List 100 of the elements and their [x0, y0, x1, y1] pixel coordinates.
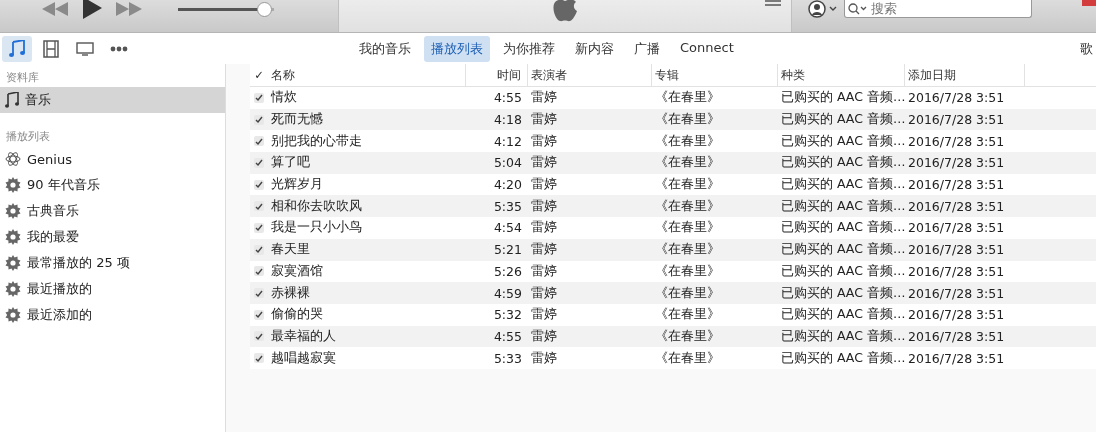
play-icon[interactable]: [82, 0, 102, 19]
table-cell-text: 死而无憾: [270, 111, 324, 129]
table-cell-text: 算了吧: [270, 154, 311, 172]
sidebar-item[interactable]: 音乐: [0, 87, 225, 113]
table-cell-text: 《在春里》: [654, 327, 721, 345]
table-cell-text: 《在春里》: [654, 219, 721, 237]
apple-logo-icon: [552, 0, 578, 22]
table-cell-text: 最幸福的人: [270, 327, 337, 345]
column-header[interactable]: 时间: [466, 64, 528, 86]
checkbox[interactable]: [254, 179, 264, 190]
nav-tab[interactable]: 播放列表: [424, 35, 490, 62]
table-cell-text: 已购买的 AAC 音频…: [780, 284, 905, 302]
table-cell-text: 《在春里》: [654, 349, 721, 367]
table-cell-text: 2016/7/28 3:51: [907, 155, 1006, 171]
nav-tab[interactable]: Connect: [673, 35, 741, 62]
nav-tab[interactable]: 我的音乐: [352, 35, 418, 62]
table-cell-text: 已购买的 AAC 音频…: [780, 349, 905, 367]
checkbox[interactable]: [254, 157, 264, 168]
table-cell-text: 《在春里》: [654, 306, 721, 324]
table-cell-text: 情炊: [270, 89, 298, 107]
songs-label[interactable]: 歌: [1080, 39, 1096, 58]
gear-icon: [5, 229, 21, 245]
search-icon[interactable]: [848, 3, 868, 15]
table-cell-text: 2016/7/28 3:51: [907, 263, 1006, 279]
checkbox[interactable]: [254, 222, 264, 233]
sidebar-item[interactable]: 最近播放的: [0, 276, 225, 302]
table-cell-text: 2016/7/28 3:51: [907, 350, 1006, 366]
table-cell-text: 雷婷: [530, 197, 558, 215]
checkbox[interactable]: [254, 136, 264, 147]
table-cell-text: 《在春里》: [654, 241, 721, 259]
table-cell-text: 《在春里》: [654, 262, 721, 280]
column-header[interactable]: ✓: [250, 68, 268, 82]
table-cell-text: 2016/7/28 3:51: [907, 307, 1006, 323]
table-cell-text: 春天里: [270, 241, 311, 259]
column-header[interactable]: 专辑: [652, 64, 778, 86]
sidebar-item[interactable]: 我的最爱: [0, 224, 225, 250]
list-icon[interactable]: [765, 0, 781, 6]
music-note-icon[interactable]: [2, 35, 32, 62]
table-cell-text: 《在春里》: [654, 154, 721, 172]
sidebar-item[interactable]: Genius: [0, 146, 225, 172]
nav-tab[interactable]: 为你推荐: [496, 35, 562, 62]
table-cell-text: 已购买的 AAC 音频…: [780, 219, 905, 237]
table-cell-text: 偷偷的哭: [270, 306, 324, 324]
table-cell-text: 《在春里》: [654, 89, 721, 107]
table-cell-text: 寂寞酒馆: [270, 262, 324, 280]
column-header[interactable]: 添加日期: [905, 64, 1025, 86]
checkbox[interactable]: [254, 331, 264, 342]
column-header[interactable]: 名称: [268, 64, 466, 86]
checkbox[interactable]: [254, 309, 264, 320]
table-cell-text: 雷婷: [530, 349, 558, 367]
gear-icon: [5, 177, 21, 193]
table-cell-text: 4:59: [492, 285, 523, 301]
sidebar-item[interactable]: 最近添加的: [0, 302, 225, 328]
table-cell-text: 5:21: [492, 242, 523, 258]
checkbox[interactable]: [254, 288, 264, 299]
table-cell-text: 4:54: [492, 220, 523, 236]
search-field[interactable]: 搜索: [844, 0, 1032, 18]
table-cell-text: 5:33: [492, 350, 523, 366]
table-cell-text: 《在春里》: [654, 197, 721, 215]
account-icon[interactable]: [808, 0, 838, 18]
checkbox[interactable]: [254, 244, 264, 255]
checkbox[interactable]: [254, 114, 264, 125]
column-header[interactable]: 种类: [778, 64, 905, 86]
gear-icon: [5, 255, 21, 271]
sidebar-item[interactable]: 最常播放的 25 项: [0, 250, 225, 276]
table-cell-text: 2016/7/28 3:51: [907, 112, 1006, 128]
checkbox[interactable]: [254, 353, 264, 364]
sidebar-item[interactable]: 古典音乐: [0, 198, 225, 224]
table-cell-text: 已购买的 AAC 音频…: [780, 327, 905, 345]
table-cell-text: 《在春里》: [654, 284, 721, 302]
table-cell-text: 雷婷: [530, 154, 558, 172]
table-cell-text: 2016/7/28 3:51: [907, 133, 1006, 149]
table-cell-text: 2016/7/28 3:51: [907, 285, 1006, 301]
table-cell-text: 2016/7/28 3:51: [907, 220, 1006, 236]
column-header[interactable]: 表演者: [528, 64, 652, 86]
item-label: 我的最爱: [27, 228, 79, 246]
volume-slider[interactable]: [178, 1, 274, 17]
table-cell-text: 4:18: [492, 112, 523, 128]
gear-icon: [5, 203, 21, 219]
table-cell-text: 别把我的心带走: [270, 132, 363, 150]
table-cell-text: 2016/7/28 3:51: [907, 328, 1006, 344]
checkbox[interactable]: [254, 92, 264, 103]
checkbox[interactable]: [254, 201, 264, 212]
table-cell-text: 雷婷: [530, 132, 558, 150]
table-cell-text: 雷婷: [530, 219, 558, 237]
table-cell-text: 雷婷: [530, 89, 558, 107]
section-header: 资料库: [5, 70, 40, 86]
table-cell-text: 已购买的 AAC 音频…: [780, 111, 905, 129]
table-cell-text: 雷婷: [530, 111, 558, 129]
table-cell-text: 《在春里》: [654, 111, 721, 129]
table-cell-text: 2016/7/28 3:51: [907, 90, 1006, 106]
table-cell-text: 4:55: [492, 90, 523, 106]
table-cell-text: 雷婷: [530, 241, 558, 259]
sidebar-item[interactable]: 90 年代音乐: [0, 172, 225, 198]
checkbox[interactable]: [254, 266, 264, 277]
table-cell-text: 4:12: [492, 133, 523, 149]
item-label: 最近添加的: [27, 306, 92, 324]
nav-tab[interactable]: 广播: [627, 35, 667, 62]
nav-tab[interactable]: 新内容: [568, 35, 621, 62]
atom-icon: [5, 151, 21, 167]
